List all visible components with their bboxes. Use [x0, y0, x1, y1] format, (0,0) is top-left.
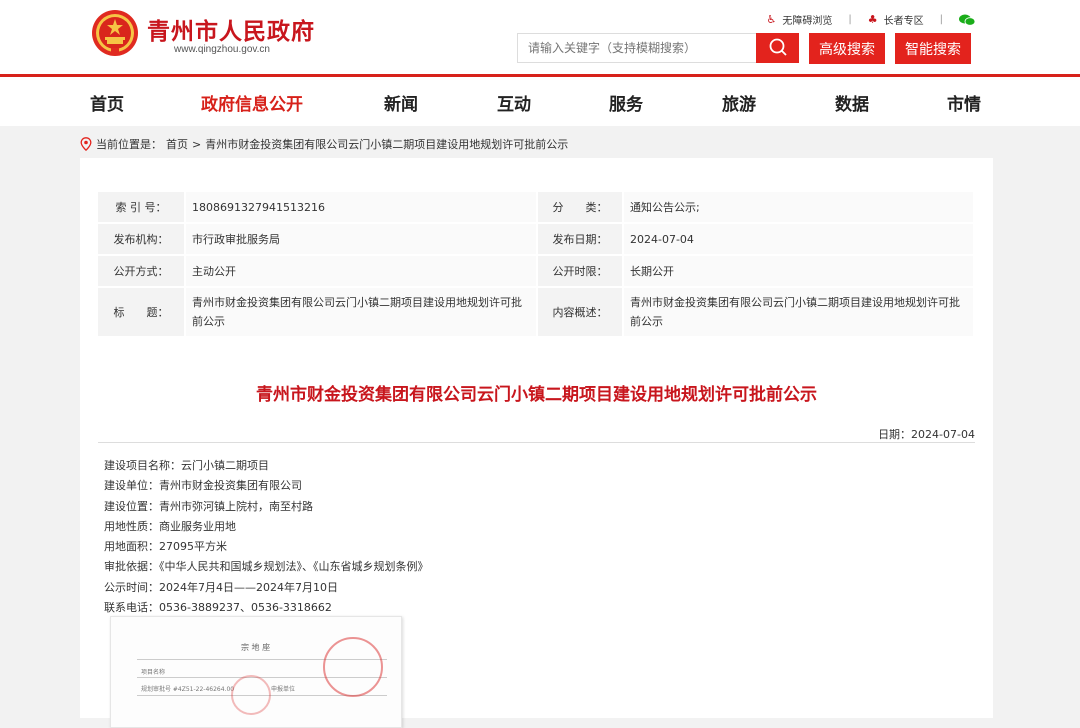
nav-home[interactable]: 首页: [90, 90, 124, 115]
breadcrumb: 当前位置是： 首页 > 青州市财金投资集团有限公司云门小镇二期项目建设用地规划许…: [80, 136, 568, 152]
main-nav: 首页 政府信息公开 新闻 互动 服务 旅游 数据 市情: [0, 77, 1080, 126]
meta-label: 公开时限：: [536, 256, 622, 286]
meta-label: 发布机构：: [98, 224, 184, 254]
article-body: 建设项目名称：云门小镇二期项目 建设单位：青州市财金投资集团有限公司 建设位置：…: [104, 456, 429, 618]
article-line: 建设项目名称：云门小镇二期项目: [104, 459, 269, 472]
article-line: 公示时间：2024年7月4日——2024年7月10日: [104, 580, 338, 594]
meta-value: 长期公开: [622, 256, 973, 286]
wechat-icon[interactable]: [959, 14, 975, 26]
nav-tourism[interactable]: 旅游: [722, 90, 756, 115]
elder-icon: ♣: [867, 13, 878, 26]
site-header: 青州市人民政府 www.qingzhou.gov.cn ♿ 无障碍浏览 | ♣ …: [0, 0, 1080, 74]
meta-value: 市行政审批服务局: [184, 224, 536, 254]
scan-text: 项目名称: [141, 669, 166, 676]
meta-value: 主动公开: [184, 256, 536, 286]
scanned-document-image: 宗 地 座 项目名称 规划审批号 #4Z51-22-46264.00 申报单位: [110, 616, 402, 728]
meta-value: 青州市财金投资集团有限公司云门小镇二期项目建设用地规划许可批前公示: [184, 288, 536, 336]
meta-value: 通知公告公示;: [622, 192, 973, 222]
article-line: 建设单位：青州市财金投资集团有限公司: [104, 479, 302, 493]
nav-interaction[interactable]: 互动: [497, 90, 531, 115]
article-line: 建设位置：青州市弥河镇上院村，南至村路: [104, 499, 313, 513]
search-icon: [769, 38, 787, 56]
top-links: ♿ 无障碍浏览 | ♣ 长者专区 |: [766, 12, 975, 27]
nav-gov-info[interactable]: 政府信息公开: [201, 90, 303, 115]
meta-label: 公开方式：: [98, 256, 184, 286]
wheelchair-icon: ♿: [766, 13, 777, 26]
meta-row: 标 题： 青州市财金投资集团有限公司云门小镇二期项目建设用地规划许可批前公示 内…: [98, 288, 975, 336]
article-line: 用地面积：27095平方米: [104, 540, 227, 554]
meta-label: 标 题：: [98, 288, 184, 336]
elder-zone-link[interactable]: 长者专区: [884, 12, 924, 27]
meta-row: 公开方式： 主动公开 公开时限： 长期公开: [98, 256, 975, 286]
breadcrumb-home[interactable]: 首页: [166, 136, 188, 152]
scan-text: 申报单位: [271, 686, 296, 693]
search-input[interactable]: [517, 33, 757, 63]
meta-label: 内容概述：: [536, 288, 622, 336]
meta-label: 发布日期：: [536, 224, 622, 254]
meta-label: 分 类：: [536, 192, 622, 222]
breadcrumb-label: 当前位置是：: [96, 138, 162, 151]
meta-row: 索 引 号： 1808691327941513216 分 类： 通知公告公示;: [98, 192, 975, 222]
advanced-search-button[interactable]: 高级搜索: [809, 33, 885, 64]
scan-text: 规划审批号 #4Z51-22-46264.00: [141, 686, 235, 693]
nav-data[interactable]: 数据: [835, 90, 869, 115]
breadcrumb-separator: >: [192, 137, 202, 151]
article-title: 青州市财金投资集团有限公司云门小镇二期项目建设用地规划许可批前公示: [256, 385, 817, 405]
official-seal-icon: [231, 675, 271, 715]
article-date: 日期：2024-07-04: [878, 428, 975, 441]
location-pin-icon: [80, 137, 92, 151]
meta-value: 2024-07-04: [622, 224, 973, 254]
divider: |: [848, 14, 852, 25]
divider: |: [939, 14, 943, 25]
meta-value: 1808691327941513216: [184, 192, 536, 222]
nav-city-info[interactable]: 市情: [947, 90, 981, 115]
meta-label: 索 引 号：: [98, 192, 184, 222]
breadcrumb-current[interactable]: 青州市财金投资集团有限公司云门小镇二期项目建设用地规划许可批前公示: [205, 136, 568, 152]
search-button[interactable]: [756, 33, 799, 63]
meta-row: 发布机构： 市行政审批服务局 发布日期： 2024-07-04: [98, 224, 975, 254]
content-panel: 索 引 号： 1808691327941513216 分 类： 通知公告公示; …: [80, 158, 993, 728]
meta-value: 青州市财金投资集团有限公司云门小镇二期项目建设用地规划许可批前公示: [622, 288, 973, 336]
scan-heading: 宗 地 座: [241, 643, 271, 652]
national-emblem-icon[interactable]: [90, 8, 140, 58]
article-line: 审批依据：《中华人民共和国城乡规划法》、《山东省城乡规划条例》: [104, 560, 429, 574]
nav-news[interactable]: 新闻: [384, 90, 418, 115]
smart-search-button[interactable]: 智能搜索: [895, 33, 971, 64]
site-title[interactable]: 青州市人民政府: [147, 12, 315, 46]
divider: [98, 442, 975, 443]
accessibility-link[interactable]: 无障碍浏览: [782, 12, 832, 27]
site-url: www.qingzhou.gov.cn: [174, 44, 270, 55]
article-line: 用地性质：商业服务业用地: [104, 519, 236, 533]
nav-services[interactable]: 服务: [609, 90, 643, 115]
official-seal-icon: [323, 637, 383, 697]
